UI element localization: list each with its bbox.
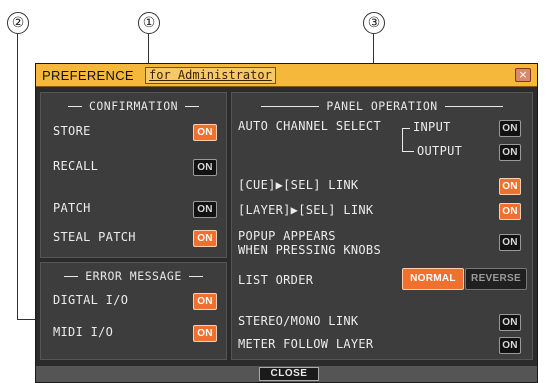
patch-label: PATCH: [53, 201, 91, 215]
error-message-panel: ERROR MESSAGE DIGTAL I/O ON MIDI I/O ON: [40, 262, 227, 360]
steal-patch-label: STEAL PATCH: [53, 230, 136, 244]
layer-sel-link-button[interactable]: ON: [499, 203, 521, 220]
callout-3: ③: [363, 12, 385, 34]
callout-2: ②: [7, 12, 29, 34]
meter-follow-layer-button[interactable]: ON: [499, 337, 521, 354]
list-order-reverse-button[interactable]: REVERSE: [465, 268, 527, 290]
title-bar: PREFERENCE for Administrator ×: [36, 64, 537, 87]
midi-io-on-button[interactable]: ON: [193, 325, 217, 342]
error-message-title: ERROR MESSAGE: [41, 269, 226, 283]
auto-select-output-button[interactable]: ON: [499, 144, 521, 161]
panel-operation-panel: PANEL OPERATION AUTO CHANNEL SELECT INPU…: [231, 92, 533, 360]
confirmation-panel: CONFIRMATION STORE ON RECALL ON PATCH ON…: [40, 92, 227, 258]
recall-on-button[interactable]: ON: [193, 159, 217, 176]
input-label: INPUT: [413, 120, 451, 134]
digital-io-label: DIGTAL I/O: [53, 293, 129, 307]
digital-io-on-button[interactable]: ON: [193, 293, 217, 310]
panel-operation-title: PANEL OPERATION: [232, 99, 532, 113]
store-label: STORE: [53, 124, 91, 138]
stereo-mono-link-label: STEREO/MONO LINK: [238, 314, 359, 328]
popup-label-line2: WHEN PRESSING KNOBS: [238, 243, 381, 257]
list-order-normal-button[interactable]: NORMAL: [402, 268, 464, 290]
callout-2-leader: [17, 34, 18, 320]
cue-sel-link-label: [CUE]▶[SEL] LINK: [238, 178, 359, 192]
window-title: PREFERENCE: [42, 68, 134, 83]
layer-sel-link-label: [LAYER]▶[SEL] LINK: [238, 203, 374, 217]
output-label: OUTPUT: [417, 144, 463, 158]
cue-sel-link-button[interactable]: ON: [499, 178, 521, 195]
auto-channel-select-label: AUTO CHANNEL SELECT: [238, 119, 381, 133]
popup-label-line1: POPUP APPEARS: [238, 229, 336, 243]
auto-channel-bracket-bottom: [402, 151, 414, 152]
window-subtitle: for Administrator: [145, 67, 276, 84]
midi-io-label: MIDI I/O: [53, 325, 114, 339]
list-order-label: LIST ORDER: [238, 273, 314, 287]
close-button[interactable]: CLOSE: [259, 367, 319, 381]
patch-on-button[interactable]: ON: [193, 201, 217, 218]
popup-button[interactable]: ON: [499, 234, 521, 251]
recall-label: RECALL: [53, 159, 99, 173]
steal-patch-on-button[interactable]: ON: [193, 230, 217, 247]
store-on-button[interactable]: ON: [193, 124, 217, 141]
callout-1: ①: [138, 12, 160, 34]
stereo-mono-link-button[interactable]: ON: [499, 314, 521, 331]
close-x-icon[interactable]: ×: [515, 68, 531, 82]
auto-channel-bracket: [402, 128, 410, 152]
auto-select-input-button[interactable]: ON: [499, 120, 521, 137]
close-bar: CLOSE: [36, 366, 537, 382]
confirmation-title: CONFIRMATION: [41, 99, 226, 113]
meter-follow-layer-label: METER FOLLOW LAYER: [238, 337, 374, 351]
preference-window: PREFERENCE for Administrator × CONFIRMAT…: [35, 63, 538, 383]
